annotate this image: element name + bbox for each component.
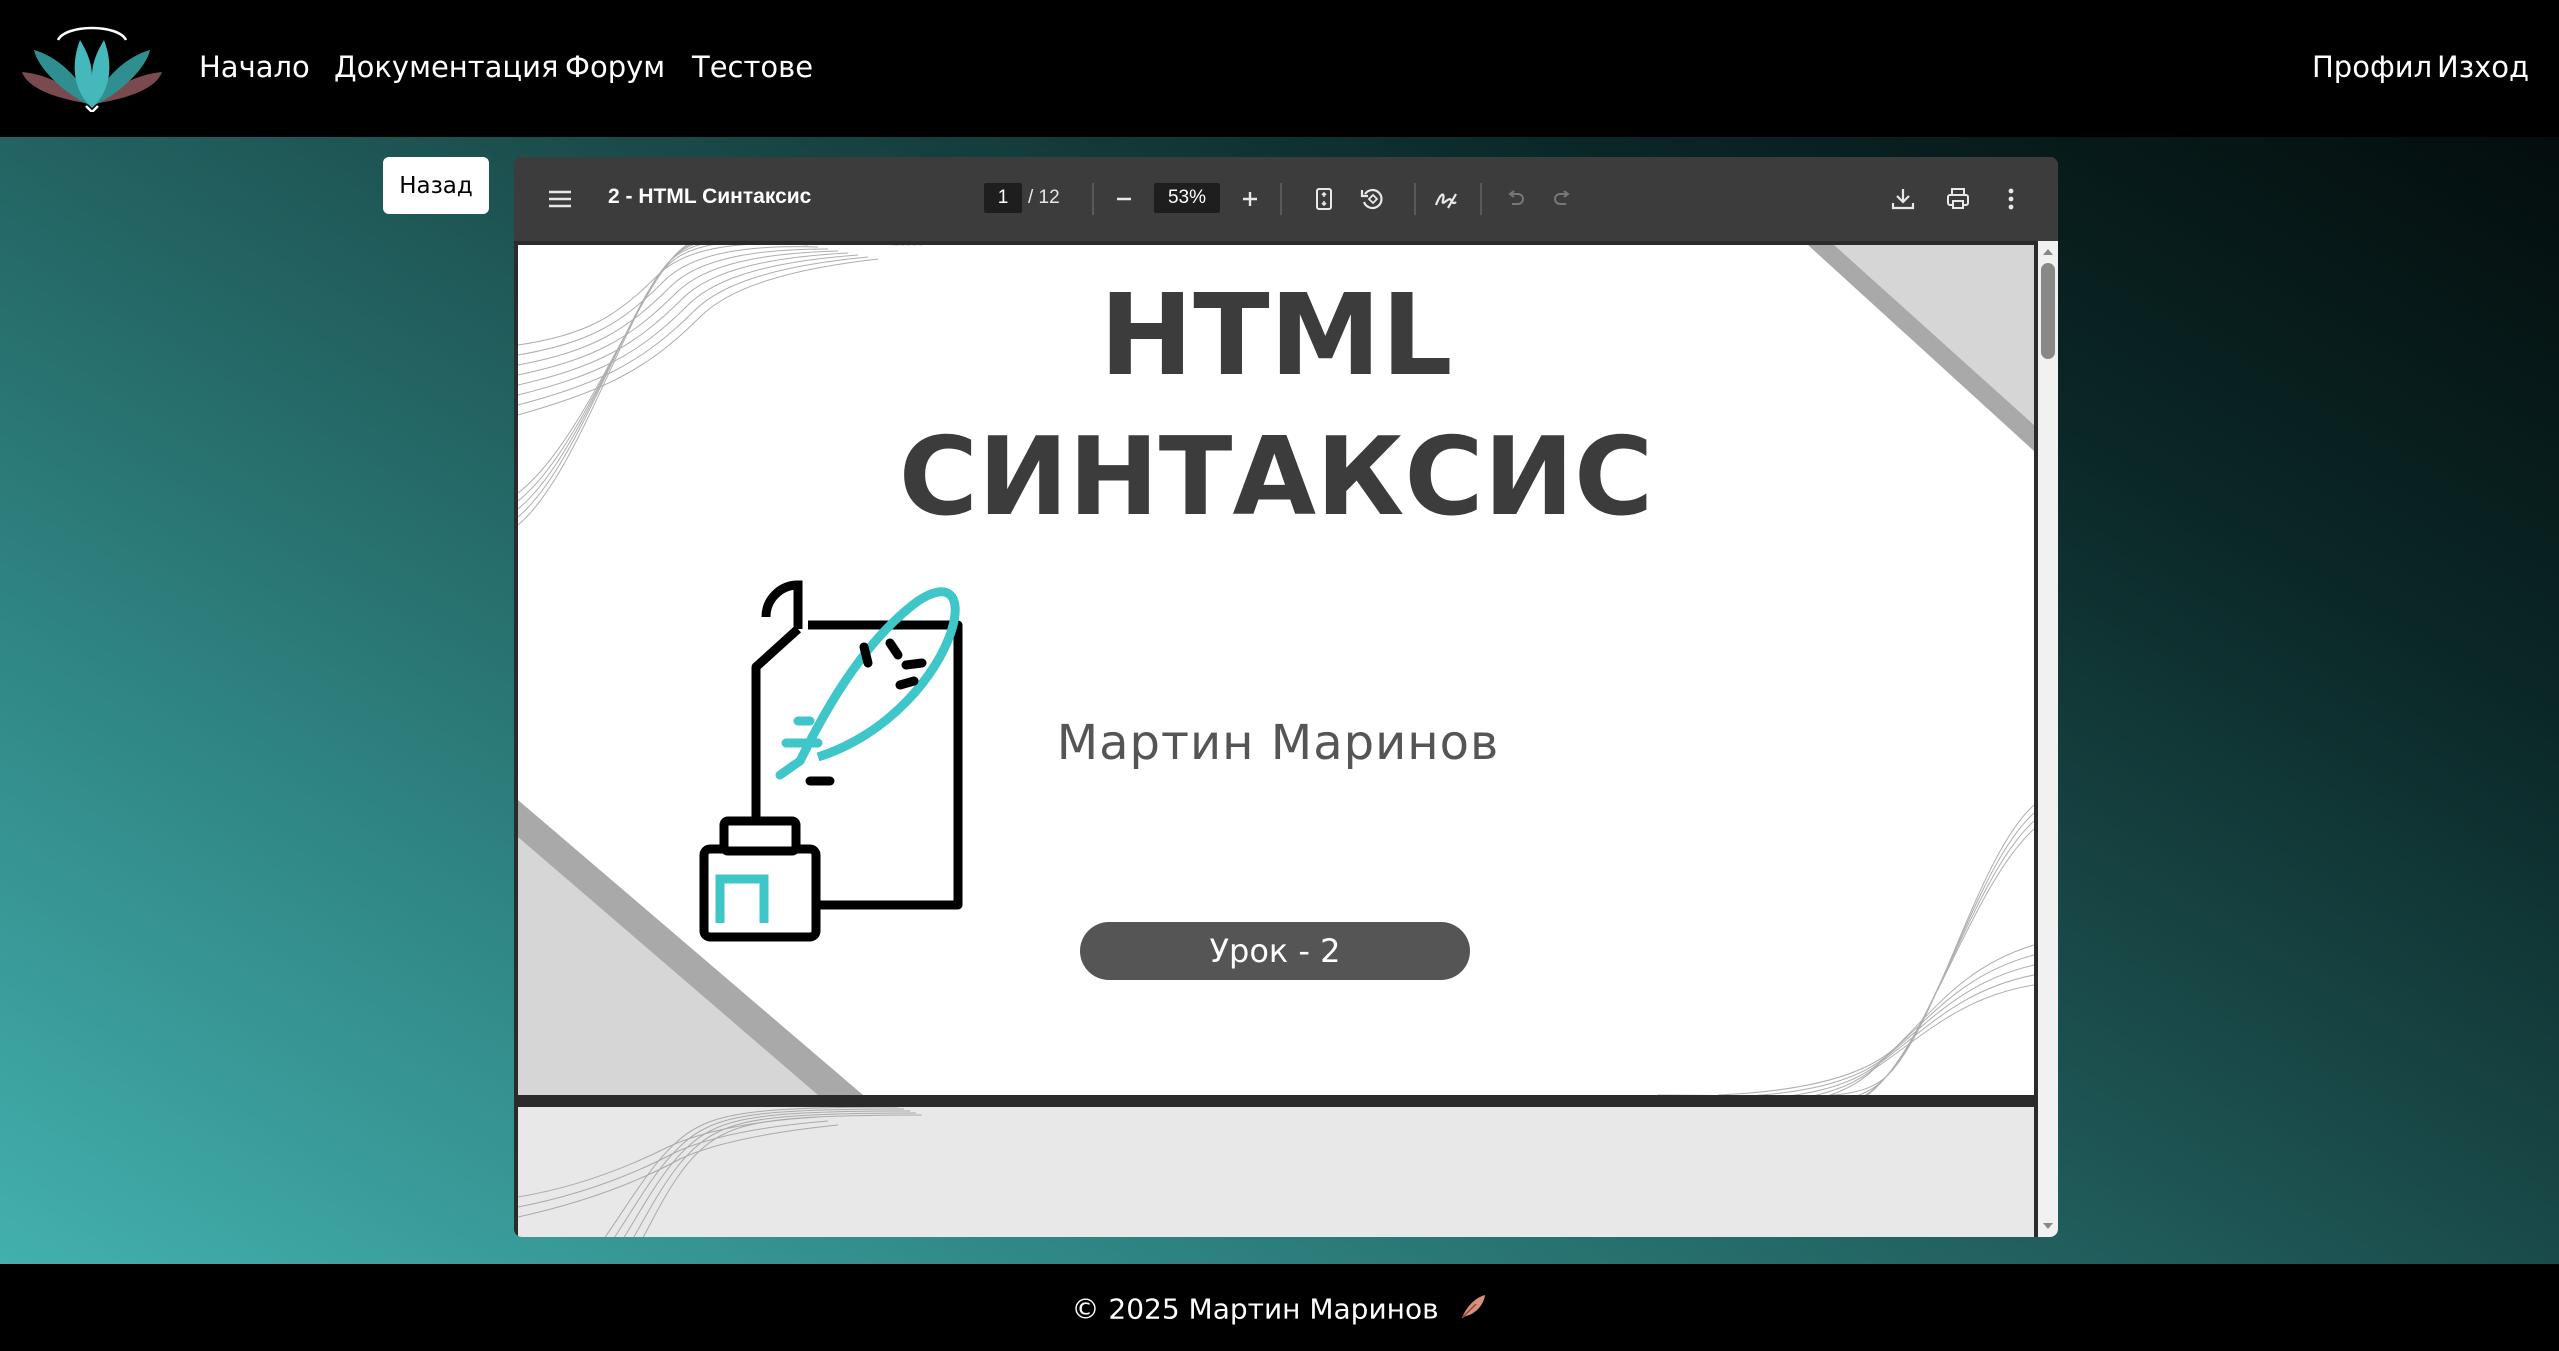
back-button[interactable]: Назад (383, 157, 489, 214)
toolbar-divider (1480, 183, 1482, 215)
footer-text: © 2025 Мартин Маринов (1071, 1292, 1439, 1326)
slide-title-line2: СИНТАКСИС (898, 415, 1654, 540)
rotate-icon[interactable] (1352, 179, 1392, 219)
nav-link-home[interactable]: Начало (199, 50, 310, 84)
fit-page-icon[interactable] (1304, 179, 1344, 219)
footer-copyright: © 2025 Мартин Маринов (0, 1292, 2559, 1329)
annotate-icon[interactable] (1426, 179, 1466, 219)
page-number-input[interactable]: 1 (984, 183, 1022, 213)
nav-link-profile[interactable]: Профил (2312, 50, 2432, 84)
redo-icon[interactable] (1543, 179, 1583, 219)
page-total: / 12 (1028, 187, 1060, 208)
nav-link-forum[interactable]: Форум (565, 50, 665, 84)
document-title: 2 - HTML Синтаксис (608, 185, 812, 208)
menu-icon[interactable] (540, 179, 580, 219)
scroll-down-icon[interactable] (2038, 1217, 2058, 1237)
scroll-thumb[interactable] (2041, 263, 2055, 359)
pdf-viewer: 2 - HTML Синтаксис 1 / 12 53% HTML СИНТА… (514, 157, 2058, 1237)
nav-link-logout[interactable]: Изход (2437, 50, 2529, 84)
scroll-up-icon[interactable] (2038, 241, 2058, 261)
slide-author: Мартин Маринов (1056, 715, 1500, 771)
feather-icon (1458, 1292, 1488, 1329)
undo-icon[interactable] (1495, 179, 1535, 219)
page-footer: © 2025 Мартин Маринов (0, 1264, 2559, 1351)
minus-icon[interactable] (1104, 179, 1144, 219)
slide-title-line1: HTML (1099, 271, 1453, 401)
slide-decorations (518, 1107, 923, 1237)
toolbar-divider (1414, 183, 1416, 215)
pdf-page-2 (518, 1107, 2034, 1237)
toolbar-divider (1280, 183, 1282, 215)
pdf-content[interactable]: HTML СИНТАКСИС Мартин Маринов Урок - 2 (514, 241, 2058, 1237)
nav-link-tests[interactable]: Тестове (692, 50, 813, 84)
print-icon[interactable] (1938, 179, 1978, 219)
more-icon[interactable] (1991, 179, 2031, 219)
nav-link-docs[interactable]: Документация (334, 50, 558, 84)
top-navbar: Начало Документация Форум Тестове Профил… (0, 0, 2559, 137)
lotus-logo[interactable] (22, 26, 162, 114)
pdf-scrollbar[interactable] (2038, 241, 2058, 1237)
pdf-toolbar: 2 - HTML Синтаксис 1 / 12 53% (514, 157, 2058, 241)
lesson-badge: Урок - 2 (1080, 922, 1470, 980)
quill-icon (699, 580, 963, 942)
pdf-page-1: HTML СИНТАКСИС Мартин Маринов Урок - 2 (518, 245, 2034, 1095)
download-icon[interactable] (1883, 179, 1923, 219)
plus-icon[interactable] (1230, 179, 1270, 219)
zoom-input[interactable]: 53% (1154, 183, 1220, 213)
toolbar-divider (1092, 183, 1094, 215)
main-area: Назад 2 - HTML Синтаксис 1 / 12 53% HTML… (0, 137, 2559, 1264)
